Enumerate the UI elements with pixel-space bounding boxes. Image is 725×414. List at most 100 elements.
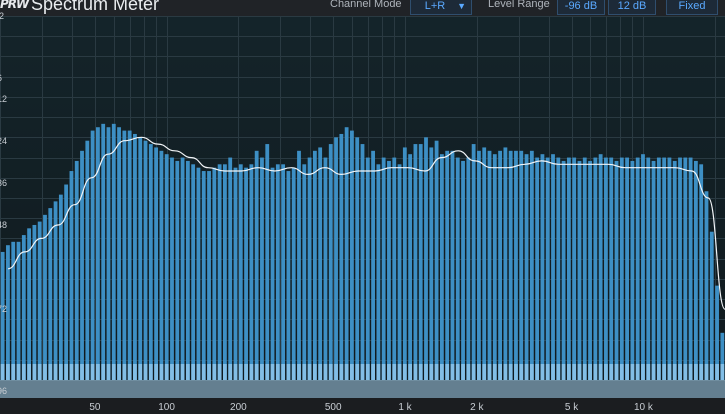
spectrum-bar [185, 160, 190, 380]
spectrum-bar-base [127, 364, 132, 380]
spectrum-bar-base [625, 364, 629, 380]
channel-mode-value: L+R [424, 0, 446, 12]
spectrum-bar [429, 147, 434, 380]
spectrum-bar-base [281, 364, 286, 380]
spectrum-bar-base [656, 364, 661, 380]
spectrum-bar-base [445, 364, 450, 380]
spectrum-bar-base [609, 364, 614, 380]
spectrum-bar-base [535, 364, 540, 380]
spectrum-bar-base [667, 364, 672, 380]
spectrum-bar-base [16, 364, 21, 380]
spectrum-bar-base [577, 364, 582, 380]
spectrum-bar-base [312, 364, 317, 380]
spectrum-bar [678, 157, 682, 380]
spectrum-bar-base [154, 364, 159, 380]
spectrum-bar-base [418, 364, 423, 380]
presonus-logo: PRW [0, 0, 29, 11]
spectrum-bar-base [238, 364, 243, 380]
spectrum-bar-base [524, 364, 529, 380]
spectrum-bar-base [545, 364, 550, 380]
spectrum-bar-base [519, 364, 524, 380]
spectrum-bar [381, 157, 386, 380]
spectrum-bar [85, 140, 90, 380]
x-tick-label: 50 [89, 402, 101, 413]
spectrum-bar-base [69, 364, 74, 380]
spectrum-bar-base [254, 364, 259, 380]
spectrum-bar-base [556, 364, 561, 380]
spectrum-bar [111, 123, 116, 380]
spectrum-bar-base [693, 364, 698, 380]
spectrum-bar-base [21, 364, 26, 380]
spectrum-bar-base [413, 364, 418, 380]
spectrum-bar-base [265, 364, 270, 380]
spectrum-bar [270, 167, 275, 380]
spectrum-bar-base [48, 364, 53, 380]
spectrum-bar [170, 157, 174, 380]
spectrum-bar [641, 154, 645, 380]
spectrum-bar-base [260, 364, 264, 380]
scale-mode-button[interactable]: Fixed [666, 0, 718, 15]
spectrum-bar-base [471, 364, 476, 380]
spectrum-bar-base [344, 364, 349, 380]
spectrum-bar [0, 251, 5, 380]
chevron-down-icon: ▼ [457, 1, 466, 11]
x-tick-label: 100 [158, 402, 175, 413]
spectrum-bar-base [540, 364, 545, 380]
spectrum-bar-base [80, 364, 84, 380]
spectrum-bar [561, 160, 566, 380]
y-tick-label: -96 [0, 386, 8, 396]
spectrum-bar [604, 157, 608, 380]
spectrum-bar [609, 157, 614, 380]
spectrum-bar [175, 160, 180, 380]
spectrum-bar-base [196, 364, 201, 380]
spectrum-bar [275, 164, 280, 380]
spectrum-bar-base [646, 364, 651, 380]
spectrum-bar [683, 157, 688, 380]
spectrum-bar [434, 140, 439, 380]
spectrum-bar [477, 150, 481, 380]
spectrum-bar [508, 150, 513, 380]
spectrum-bar [302, 164, 307, 380]
spectrum-bar-base [275, 364, 280, 380]
spectrum-bar-base [704, 364, 709, 380]
channel-mode-label: Channel Mode [330, 0, 402, 10]
spectrum-bar-base [503, 364, 508, 380]
level-range-min-field[interactable]: -96 dB [557, 0, 605, 15]
spectrum-bar [445, 150, 450, 380]
spectrum-bar [16, 241, 21, 380]
frequency-axis: 50 100 200 500 1 k 2 k 5 k 10 k [0, 398, 725, 414]
spectrum-bar [265, 144, 270, 380]
spectrum-bar-base [74, 364, 79, 380]
spectrum-bar [614, 160, 619, 380]
spectrum-bar-base [392, 364, 397, 380]
spectrum-bar [408, 154, 413, 380]
spectrum-bar [159, 150, 164, 380]
spectrum-bar-base [85, 364, 90, 380]
spectrum-bar [143, 140, 148, 380]
spectrum-bar [318, 147, 323, 380]
spectrum-bar-base [365, 364, 370, 380]
spectrum-bar-base [185, 364, 190, 380]
spectrum-bar-base [482, 364, 487, 380]
channel-mode-dropdown[interactable]: L+R ▼ [410, 0, 472, 15]
spectrum-bar [371, 150, 375, 380]
spectrum-bar-base [323, 364, 328, 380]
spectrum-bar [646, 157, 651, 380]
spectrum-bar-base [402, 364, 407, 380]
spectrum-bar [545, 157, 550, 380]
spectrum-bar [450, 150, 455, 380]
spectrum-bar [254, 150, 259, 380]
level-range-max-field[interactable]: 12 dB [608, 0, 656, 15]
spectrum-bar [625, 157, 629, 380]
spectrum-bar [238, 164, 243, 380]
spectrum-bar [551, 154, 555, 380]
spectrum-bar [21, 235, 26, 380]
spectrum-bar [233, 167, 238, 380]
spectrum-bar [588, 160, 592, 380]
spectrum-bar-base [630, 364, 635, 380]
spectrum-bar-base [43, 364, 47, 380]
spectrum-bar-base [487, 364, 492, 380]
spectrum-bar-base [371, 364, 375, 380]
spectrum-bar-base [164, 364, 169, 380]
spectrum-bar [619, 157, 624, 380]
